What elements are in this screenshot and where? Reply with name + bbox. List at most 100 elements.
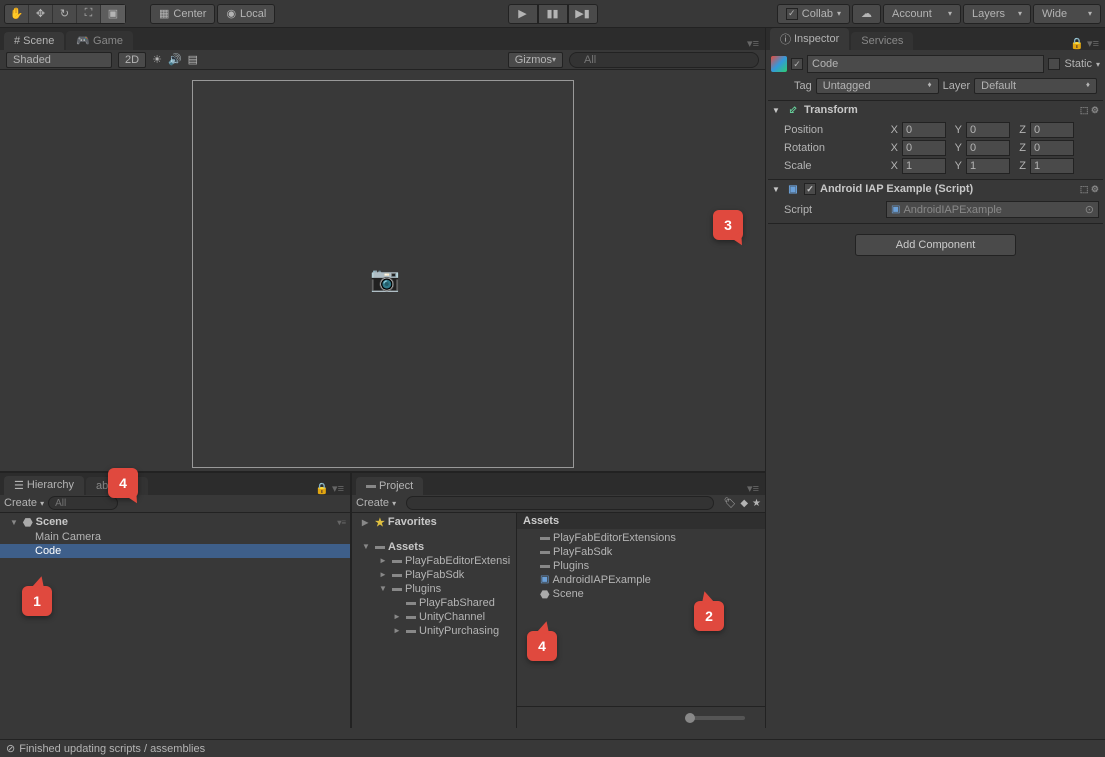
2d-toggle[interactable]: 2D (118, 52, 146, 68)
info-icon: ⓘ (780, 31, 791, 47)
star-icon: ★ (375, 516, 385, 529)
static-dropdown[interactable]: ▾ (1096, 60, 1100, 69)
pause-button[interactable]: ▮▮ (538, 4, 568, 24)
tag-label: Tag (794, 80, 812, 92)
asset-item[interactable]: ▣AndroidIAPExample (517, 573, 765, 587)
project-tree: ▶★Favorites ▼▬Assets ►▬PlayFabEditorExte… (352, 513, 517, 728)
pivot-center-toggle[interactable]: ▦Center (150, 4, 215, 24)
favorites-root[interactable]: ▶★Favorites (352, 515, 516, 530)
transform-tools: ✋ ✥ ↻ ⛶ ▣ (4, 4, 126, 24)
layers-dropdown[interactable]: Layers▾ (963, 4, 1031, 24)
scene-root[interactable]: ▼⬣Scene▾≡ (0, 515, 350, 530)
hierarchy-options[interactable]: 🔒 ▾≡ (315, 482, 350, 495)
position-y[interactable] (966, 122, 1010, 138)
type-icon[interactable]: ◆ (740, 498, 748, 509)
gameobject-icon (771, 56, 787, 72)
scale-y[interactable] (966, 158, 1010, 174)
hierarchy-panel: ☰Hierarchy ab EdEx 🔒 ▾≡ Create ▾ ▼⬣Scene… (0, 473, 352, 728)
collab-dropdown[interactable]: ✓Collab ▾ (777, 4, 850, 24)
hierarchy-icon: ☰ (14, 479, 24, 492)
step-button[interactable]: ▶▮ (568, 4, 598, 24)
scale-label: Scale (772, 160, 882, 172)
project-folder[interactable]: ▬PlayFabShared (352, 596, 516, 610)
scale-tool[interactable]: ⛶ (77, 5, 101, 23)
panel-options[interactable]: ▾≡ (747, 37, 765, 50)
audio-icon[interactable]: 🔊 (168, 53, 182, 66)
tab-hierarchy[interactable]: ☰Hierarchy (4, 476, 84, 495)
hand-tool[interactable]: ✋ (5, 5, 29, 23)
rect-tool[interactable]: ▣ (101, 5, 125, 23)
icon-size-slider[interactable] (685, 716, 745, 720)
component-menu[interactable]: ⬚ ⚙ (1080, 105, 1099, 116)
layer-dropdown[interactable]: Default♦ (974, 78, 1097, 94)
script-field[interactable]: ▣ AndroidIAPExample ⊙ (886, 201, 1099, 218)
save-icon[interactable]: ★ (752, 498, 761, 509)
asset-item[interactable]: ▬Plugins (517, 559, 765, 573)
static-checkbox[interactable] (1048, 58, 1060, 70)
hierarchy-item-camera[interactable]: Main Camera (0, 530, 350, 544)
scene-view[interactable]: 📷 (0, 70, 765, 471)
component-menu[interactable]: ⬚ ⚙ (1080, 184, 1099, 195)
create-dropdown[interactable]: Create ▾ (4, 497, 44, 509)
scene-toolbar: Shaded 2D ☀ 🔊 ▤ Gizmos ▾ (0, 50, 765, 70)
transform-component: ▼ ⬃ Transform ⬚ ⚙ Position X Y Z Rotatio… (768, 101, 1103, 180)
folder-icon: ▬ (375, 541, 385, 552)
project-create-dropdown[interactable]: Create ▾ (356, 497, 396, 509)
position-z[interactable] (1030, 122, 1074, 138)
object-name-input[interactable] (807, 55, 1044, 73)
tag-dropdown[interactable]: Untagged♦ (816, 78, 939, 94)
tab-services[interactable]: Services (851, 32, 913, 50)
inspector-options[interactable]: 🔒 ▾≡ (1070, 37, 1105, 50)
callout-4b: 4 (527, 631, 557, 661)
active-checkbox[interactable]: ✓ (791, 58, 803, 70)
asset-item[interactable]: ⬣Scene (517, 587, 765, 602)
asset-item[interactable]: ▬PlayFabEditorExtensions (517, 531, 765, 545)
play-button[interactable]: ▶ (508, 4, 538, 24)
project-search[interactable] (406, 496, 714, 510)
scale-z[interactable] (1030, 158, 1074, 174)
project-content: Assets ▬PlayFabEditorExtensions▬PlayFabS… (517, 513, 765, 728)
position-label: Position (772, 124, 882, 136)
callout-4a: 4 (108, 468, 138, 498)
status-bar: ⊘ Finished updating scripts / assemblies (0, 739, 1105, 757)
add-component-button[interactable]: Add Component (855, 234, 1017, 256)
asset-item[interactable]: ▬PlayFabSdk (517, 545, 765, 559)
tab-game[interactable]: 🎮Game (66, 31, 133, 50)
component-enabled-checkbox[interactable]: ✓ (804, 183, 816, 195)
camera-gizmo-icon[interactable]: 📷 (370, 265, 400, 294)
shading-dropdown[interactable]: Shaded (6, 52, 112, 68)
project-folder[interactable]: ►▬PlayFabEditorExtensi (352, 554, 516, 568)
callout-1: 1 (22, 586, 52, 616)
project-footer (517, 706, 765, 728)
project-folder[interactable]: ►▬PlayFabSdk (352, 568, 516, 582)
pivot-local-toggle[interactable]: ◉Local (217, 4, 275, 24)
collapse-arrow[interactable]: ▼ (772, 106, 782, 115)
cloud-button[interactable]: ☁ (852, 4, 881, 24)
hierarchy-search[interactable] (48, 496, 118, 510)
layout-dropdown[interactable]: Wide▾ (1033, 4, 1101, 24)
position-x[interactable] (902, 122, 946, 138)
project-folder[interactable]: ▼▬Plugins (352, 582, 516, 596)
move-tool[interactable]: ✥ (29, 5, 53, 23)
script-label: Script (772, 204, 882, 216)
project-options[interactable]: ▾≡ (747, 482, 765, 495)
gizmos-dropdown[interactable]: Gizmos ▾ (508, 52, 563, 68)
assets-root[interactable]: ▼▬Assets (352, 540, 516, 554)
collapse-arrow[interactable]: ▼ (772, 185, 782, 194)
scale-x[interactable] (902, 158, 946, 174)
account-dropdown[interactable]: Account▾ (883, 4, 961, 24)
project-folder[interactable]: ►▬UnityChannel (352, 610, 516, 624)
rotation-x[interactable] (902, 140, 946, 156)
fx-icon[interactable]: ▤ (188, 53, 198, 66)
tab-inspector[interactable]: ⓘInspector (770, 28, 849, 50)
scene-search[interactable] (569, 52, 759, 68)
hierarchy-item-code[interactable]: Code (0, 544, 350, 558)
project-folder[interactable]: ►▬UnityPurchasing (352, 624, 516, 638)
tab-scene[interactable]: #Scene (4, 32, 64, 50)
rotation-y[interactable] (966, 140, 1010, 156)
rotate-tool[interactable]: ↻ (53, 5, 77, 23)
filter-icon[interactable]: 🏷 (724, 498, 737, 509)
rotation-z[interactable] (1030, 140, 1074, 156)
tab-project[interactable]: ▬Project (356, 477, 423, 495)
lighting-icon[interactable]: ☀ (152, 53, 162, 66)
